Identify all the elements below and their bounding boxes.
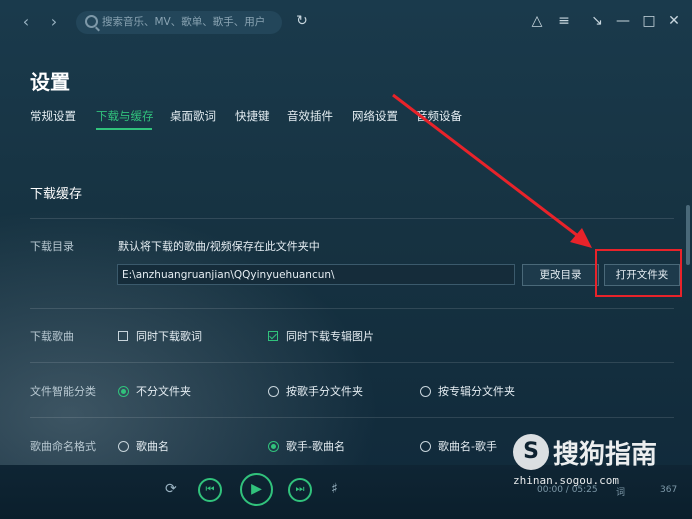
playlist-count[interactable]: 367 (660, 485, 677, 495)
tab-network[interactable]: 网络设置 (352, 108, 398, 124)
name-artist-song-radio[interactable]: 歌手-歌曲名 (268, 438, 345, 454)
watermark-url: zhinan.sogou.com (513, 474, 619, 487)
no-folder-radio[interactable]: 不分文件夹 (118, 383, 191, 399)
radio-label: 歌曲名 (136, 440, 169, 453)
download-path-field[interactable] (117, 264, 515, 285)
radio-label: 按专辑分文件夹 (438, 385, 515, 398)
sogou-logo-icon: S (513, 434, 549, 470)
page-title: 设置 (30, 70, 70, 94)
divider (30, 417, 674, 418)
menu-icon[interactable]: ≡ (555, 12, 573, 30)
previous-icon[interactable]: ⏮ (198, 478, 222, 502)
name-song-artist-radio[interactable]: 歌曲名-歌手 (420, 438, 497, 454)
download-songs-label: 下载歌曲 (30, 330, 74, 343)
download-dir-label: 下载目录 (30, 240, 74, 253)
tab-download-cache[interactable]: 下载与缓存 (96, 108, 154, 124)
divider (30, 308, 674, 309)
title-bar: ‹ › ↻ △ ≡ ↘ — □ ✕ (0, 0, 692, 44)
search-box[interactable] (76, 11, 282, 34)
tab-audio-device[interactable]: 音频设备 (416, 108, 462, 124)
smart-classify-label: 文件智能分类 (30, 385, 96, 398)
close-icon[interactable]: ✕ (665, 12, 683, 30)
divider (30, 218, 674, 219)
naming-format-label: 歌曲命名格式 (30, 440, 96, 453)
scrollbar[interactable] (686, 205, 690, 265)
radio-dot[interactable] (420, 440, 431, 452)
volume-icon[interactable]: ♯ (331, 481, 338, 497)
download-dir-description: 默认将下载的歌曲/视频保存在此文件夹中 (118, 240, 320, 253)
radio-dot[interactable] (268, 440, 279, 452)
radio-dot[interactable] (118, 440, 129, 452)
checkbox-box[interactable] (268, 331, 278, 341)
shirt-icon[interactable]: △ (528, 12, 546, 30)
repeat-icon[interactable]: ⟳ (165, 481, 177, 497)
chevron-right-icon[interactable]: › (44, 12, 64, 32)
highlight-box (595, 249, 682, 297)
search-input[interactable] (102, 13, 274, 31)
tab-shortcuts[interactable]: 快捷键 (235, 108, 270, 124)
chevron-left-icon[interactable]: ‹ (16, 12, 36, 32)
tab-desktop-lyrics[interactable]: 桌面歌词 (170, 108, 216, 124)
divider (30, 362, 674, 363)
watermark-brand: 搜狗指南 (553, 440, 658, 470)
radio-label: 不分文件夹 (136, 385, 191, 398)
download-lyrics-checkbox[interactable]: 同时下载歌词 (118, 328, 202, 344)
checkbox-label: 同时下载专辑图片 (286, 330, 374, 343)
active-tab-indicator (96, 128, 152, 130)
maximize-icon[interactable]: □ (640, 12, 658, 30)
checkbox-box[interactable] (118, 331, 128, 341)
minimize-icon[interactable]: — (614, 12, 632, 30)
by-album-radio[interactable]: 按专辑分文件夹 (420, 383, 515, 399)
by-artist-radio[interactable]: 按歌手分文件夹 (268, 383, 363, 399)
radio-label: 歌手-歌曲名 (286, 440, 345, 453)
refresh-icon[interactable]: ↻ (293, 12, 311, 30)
radio-label: 按歌手分文件夹 (286, 385, 363, 398)
tab-audio-effects[interactable]: 音效插件 (287, 108, 333, 124)
radio-dot[interactable] (118, 385, 129, 397)
mini-mode-icon[interactable]: ↘ (588, 12, 606, 30)
name-song-radio[interactable]: 歌曲名 (118, 438, 169, 454)
play-icon[interactable]: ▶ (240, 473, 273, 506)
search-icon (85, 15, 98, 28)
download-album-art-checkbox[interactable]: 同时下载专辑图片 (268, 328, 374, 344)
radio-dot[interactable] (420, 385, 431, 397)
radio-dot[interactable] (268, 385, 279, 397)
next-icon[interactable]: ⏭ (288, 478, 312, 502)
checkbox-label: 同时下载歌词 (136, 330, 202, 343)
section-title: 下载缓存 (30, 187, 83, 202)
radio-label: 歌曲名-歌手 (438, 440, 497, 453)
tab-general[interactable]: 常规设置 (30, 108, 76, 124)
change-dir-button[interactable]: 更改目录 (522, 264, 599, 286)
